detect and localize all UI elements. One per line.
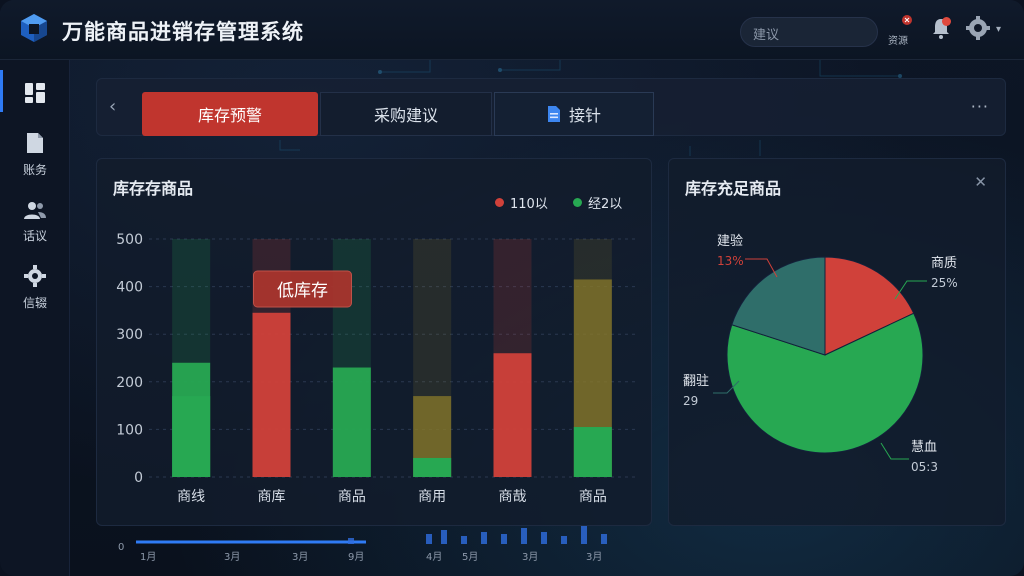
low-stock-tooltip: 低库存 (253, 270, 352, 308)
tooltip-text: 低库存 (277, 281, 328, 301)
bar (493, 353, 532, 477)
resource-button[interactable] (893, 14, 913, 34)
sidebar: 账务 话议 信辍 (0, 60, 70, 576)
resource-label: 资源 (888, 36, 908, 47)
sidebar-item-dashboard[interactable] (0, 82, 70, 108)
sidebar-item-users[interactable]: 话议 (0, 200, 70, 244)
mini-y-label: 0 (118, 542, 124, 553)
notification-badge (942, 17, 951, 26)
mini-trend-strip: 0 1月 3月 3月 9月 4月 5月 3月 3月 (118, 526, 607, 563)
bar-segment (172, 396, 211, 477)
search-input[interactable]: 建议 (740, 17, 878, 47)
pie-label: 商质 (931, 256, 957, 271)
x-tick-label: 商线 (177, 489, 205, 505)
mini-bar (601, 534, 607, 544)
y-tick-label: 200 (116, 375, 143, 391)
y-tick-label: 300 (116, 327, 143, 343)
mini-bar (521, 528, 527, 544)
pie-value-label: 25% (931, 276, 958, 290)
mini-bar (461, 536, 467, 544)
app-logo-icon (21, 14, 47, 42)
bar-chart: 0 100 200 300 400 500 商线 商库 商品 商用 商哉 商品 低库存 (116, 232, 637, 505)
pie-chart: 建验 13% 商质 25% 翻驻 29 慧血 05:3 (683, 233, 958, 474)
app-window: 万能商品进销存管理系统 建议 资源 ▾ 账务 话议 信辍 ‹ 库存预警 采购建议… (0, 0, 1024, 576)
mini-x-label: 3月 (292, 551, 308, 563)
bar (332, 367, 371, 477)
tab-label: 库存预警 (197, 106, 262, 125)
mini-bar (561, 536, 567, 544)
document-icon (27, 133, 43, 153)
more-options-icon[interactable]: ··· (971, 97, 989, 116)
y-tick-label: 100 (116, 422, 143, 438)
tab-purchase-suggestion[interactable]: 采购建议 (320, 92, 492, 136)
users-icon (24, 202, 46, 219)
mini-bar (501, 534, 507, 544)
mini-bar (441, 530, 447, 544)
low-stock-chart-panel: 库存存商品 110以 经2以 0 100 200 300 400 500 商线 商库 商品 商用商… (96, 158, 652, 526)
x-tick-label: 商品 (579, 489, 607, 505)
tab-report[interactable]: 接针 (494, 92, 654, 136)
x-tick-label: 商品 (338, 489, 366, 505)
mini-bar (348, 538, 354, 544)
dashboard-icon (25, 83, 45, 103)
mini-x-label: 3月 (522, 551, 538, 563)
chevron-left-icon[interactable]: ‹ (109, 96, 116, 117)
mini-bar (581, 526, 587, 544)
sufficient-stock-panel: 库存充足商品 ✕ 建验 13% 商质 25% 翻驻 29 慧血 05:3 (668, 158, 1006, 526)
chevron-down-icon[interactable]: ▾ (996, 24, 1001, 35)
mini-bar (541, 532, 547, 544)
y-tick-label: 0 (134, 470, 143, 486)
mini-x-label: 9月 (348, 551, 364, 563)
sidebar-item-label: 账务 (22, 163, 47, 177)
y-tick-label: 500 (116, 232, 143, 248)
bell-alert-icon (902, 15, 912, 25)
top-bar: 万能商品进销存管理系统 建议 资源 ▾ (0, 0, 1024, 60)
gear-icon (966, 16, 990, 40)
sidebar-item-settings[interactable]: 信辍 (0, 265, 70, 311)
bar (252, 312, 291, 477)
mini-x-label: 1月 (140, 551, 156, 563)
tab-label: 接针 (568, 106, 601, 125)
sidebar-item-label: 信辍 (22, 296, 47, 310)
tab-bar: ‹ 库存预警 采购建议 接针 ··· (96, 78, 1006, 136)
mini-x-label: 3月 (586, 551, 602, 563)
mini-bar (426, 534, 432, 544)
pie-label: 建验 (717, 233, 743, 249)
bar-segment (573, 427, 612, 477)
sidebar-item-label: 话议 (22, 229, 47, 243)
x-tick-label: 商用 (418, 489, 446, 505)
pie-value-label: 05:3 (911, 460, 938, 474)
pie-label: 慧血 (911, 439, 937, 455)
pie-leader-line (880, 442, 909, 460)
file-icon (547, 106, 560, 122)
app-title: 万能商品进销存管理系统 (62, 20, 304, 44)
mini-x-label: 3月 (224, 551, 240, 563)
mini-x-label: 5月 (462, 551, 478, 563)
pie-value-label: 13% (717, 254, 744, 268)
notifications-button[interactable] (930, 16, 952, 44)
tab-stock-alert[interactable]: 库存预警 (142, 92, 318, 136)
x-tick-label: 商库 (258, 489, 286, 505)
mini-x-label: 4月 (426, 551, 442, 563)
settings-button[interactable] (966, 16, 990, 44)
pie-label: 翻驻 (683, 374, 709, 389)
gear-icon (24, 265, 46, 287)
bar-segment (413, 457, 452, 477)
tab-label: 采购建议 (373, 106, 438, 125)
mini-bar (481, 532, 487, 544)
y-tick-label: 400 (116, 280, 143, 296)
pie-value-label: 29 (683, 394, 698, 408)
sidebar-item-accounts[interactable]: 账务 (0, 132, 70, 178)
x-tick-label: 商哉 (499, 489, 527, 505)
